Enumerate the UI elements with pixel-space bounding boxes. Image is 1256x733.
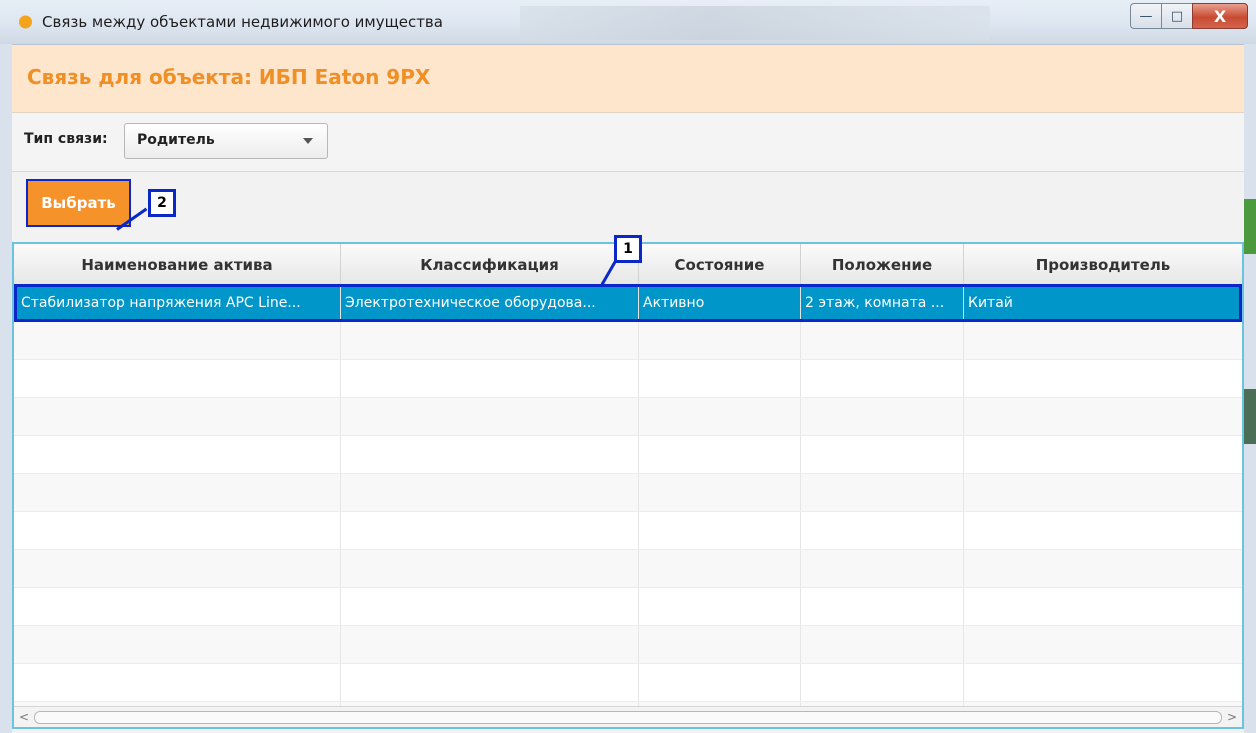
column-divider <box>800 474 801 511</box>
column-divider <box>340 322 341 359</box>
column-divider <box>800 550 801 587</box>
annotation-marker-1: 1 <box>614 235 642 263</box>
column-divider <box>340 474 341 511</box>
column-divider <box>800 512 801 549</box>
empty-table-row <box>14 550 1242 588</box>
column-divider <box>963 360 964 397</box>
cell-location: 2 этаж, комната ... <box>801 287 964 319</box>
column-divider <box>638 588 639 625</box>
column-divider <box>963 474 964 511</box>
background-window-edge <box>1244 389 1256 444</box>
scroll-right-icon[interactable]: > <box>1225 709 1239 725</box>
background-window-edge <box>1244 199 1256 254</box>
column-divider <box>800 398 801 435</box>
column-divider <box>800 664 801 701</box>
column-divider <box>638 436 639 473</box>
column-divider <box>340 360 341 397</box>
column-divider <box>963 512 964 549</box>
column-divider <box>638 626 639 663</box>
window-title: Связь между объектами недвижимого имущес… <box>42 13 443 31</box>
column-divider <box>963 588 964 625</box>
select-button[interactable]: Выбрать <box>26 179 131 227</box>
cell-classification: Электротехническое оборудова... <box>341 287 639 319</box>
column-divider <box>638 398 639 435</box>
column-divider <box>638 322 639 359</box>
column-header-manufacturer[interactable]: Производитель <box>964 244 1242 284</box>
cell-state: Активно <box>639 287 801 319</box>
window-frame-right <box>1244 44 1256 733</box>
empty-table-row <box>14 626 1242 664</box>
window-titlebar: Связь между объектами недвижимого имущес… <box>0 0 1256 45</box>
column-header-classification[interactable]: Классификация <box>341 244 639 284</box>
link-type-toolbar: Тип связи: Родитель <box>12 113 1244 172</box>
scrollbar-thumb[interactable] <box>34 711 1222 724</box>
column-divider <box>340 436 341 473</box>
titlebar-background <box>520 6 990 40</box>
dialog-content: Связь для объекта: ИБП Eaton 9PX Тип свя… <box>12 45 1244 733</box>
empty-table-row <box>14 474 1242 512</box>
cell-manufacturer: Китай <box>968 295 1013 311</box>
column-divider <box>963 550 964 587</box>
column-header-asset-name[interactable]: Наименование актива <box>14 244 341 284</box>
maximize-button[interactable]: □ <box>1161 3 1192 29</box>
column-divider <box>340 550 341 587</box>
column-divider <box>800 626 801 663</box>
window-frame-left <box>0 44 12 733</box>
empty-table-row <box>14 398 1242 436</box>
column-divider <box>963 626 964 663</box>
link-type-value: Родитель <box>137 132 215 148</box>
column-header-state[interactable]: Состояние <box>639 244 801 284</box>
empty-table-row <box>14 322 1242 360</box>
column-divider <box>800 322 801 359</box>
link-type-dropdown[interactable]: Родитель <box>124 123 328 159</box>
window-controls: — □ X <box>1130 3 1248 29</box>
dialog-header: Связь для объекта: ИБП Eaton 9PX <box>12 45 1244 113</box>
column-divider <box>638 512 639 549</box>
app-icon <box>19 15 32 29</box>
close-button[interactable]: X <box>1192 3 1248 29</box>
column-divider <box>340 588 341 625</box>
table-row[interactable]: Стабилизатор напряжения APC Line... Элек… <box>14 284 1242 322</box>
column-divider <box>638 550 639 587</box>
column-divider <box>800 588 801 625</box>
column-header-location[interactable]: Положение <box>801 244 964 284</box>
annotation-marker-2: 2 <box>148 189 176 217</box>
link-type-label: Тип связи: <box>24 131 108 147</box>
column-divider <box>638 474 639 511</box>
column-divider <box>963 664 964 701</box>
column-divider <box>963 436 964 473</box>
scroll-left-icon[interactable]: < <box>17 709 31 725</box>
column-divider <box>340 512 341 549</box>
chevron-down-icon[interactable] <box>303 138 313 144</box>
empty-table-row <box>14 436 1242 474</box>
minimize-button[interactable]: — <box>1130 3 1161 29</box>
column-divider <box>963 398 964 435</box>
column-divider <box>340 664 341 701</box>
empty-table-row <box>14 512 1242 550</box>
cell-asset-name: Стабилизатор напряжения APC Line... <box>17 287 341 319</box>
empty-table-row <box>14 664 1242 702</box>
empty-table-row <box>14 588 1242 626</box>
assets-table: Наименование актива Классификация Состоя… <box>12 242 1244 729</box>
column-divider <box>638 360 639 397</box>
page-title: Связь для объекта: ИБП Eaton 9PX <box>27 65 431 89</box>
column-divider <box>800 360 801 397</box>
column-divider <box>800 436 801 473</box>
column-divider <box>340 626 341 663</box>
column-divider <box>638 664 639 701</box>
empty-table-row <box>14 360 1242 398</box>
column-divider <box>963 322 964 359</box>
column-divider <box>340 398 341 435</box>
horizontal-scrollbar[interactable]: < > <box>14 706 1242 727</box>
